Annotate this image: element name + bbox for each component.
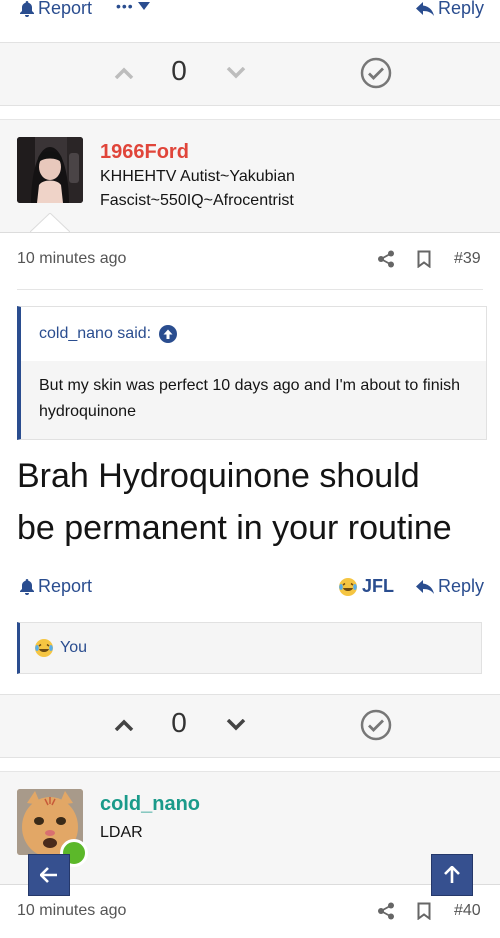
reaction-user[interactable]: You — [60, 639, 87, 657]
upvote-chevron-up-icon[interactable] — [114, 719, 134, 731]
post-header: 1966Ford KHHEHTV Autist~Yakubian Fascist… — [0, 119, 500, 233]
avatar[interactable] — [17, 137, 83, 203]
downvote-chevron-down-icon[interactable] — [226, 67, 246, 79]
vote-bar: 0 — [0, 694, 500, 758]
vote-count: 0 — [171, 707, 187, 738]
arrow-up-icon — [444, 866, 460, 883]
top-actions-row: Report ••• Reply — [0, 0, 500, 28]
user-title: LDAR — [100, 824, 143, 841]
bell-icon — [20, 0, 34, 17]
share-icon[interactable] — [377, 902, 395, 920]
post-time[interactable]: 10 minutes ago — [17, 250, 126, 268]
quote-text: But my skin was perfect 10 days ago and … — [21, 361, 486, 439]
jfl-reaction-button[interactable]: JFL — [338, 576, 394, 597]
more-options-button[interactable]: ••• — [116, 0, 150, 14]
vote-count: 0 — [171, 55, 187, 86]
vote-bar: 0 — [0, 42, 500, 106]
username[interactable]: 1966Ford — [100, 141, 189, 164]
post-time[interactable]: 10 minutes ago — [17, 902, 126, 920]
divider — [17, 289, 483, 290]
reply-button[interactable]: Reply — [416, 0, 484, 19]
post-header: cold_nano LDAR — [0, 771, 500, 885]
laugh-cry-emoji-icon — [35, 639, 53, 657]
post-text: Brah Hydroquinone should be permanent in… — [17, 450, 487, 554]
post-text-line1: Brah Hydroquinone should — [17, 457, 420, 495]
post-number[interactable]: #40 — [454, 902, 481, 920]
report-button[interactable]: Report — [20, 576, 92, 597]
check-circle-icon[interactable] — [360, 709, 392, 741]
upvote-chevron-up-icon[interactable] — [114, 67, 134, 79]
avatar-image — [17, 137, 83, 203]
reply-icon — [416, 579, 434, 594]
back-button[interactable] — [28, 854, 70, 896]
reactions-bar[interactable]: You — [17, 622, 482, 674]
header-notch — [30, 213, 70, 233]
caret-down-icon — [137, 2, 150, 10]
share-icon[interactable] — [377, 250, 395, 268]
bookmark-icon[interactable] — [417, 902, 431, 920]
quote-author[interactable]: cold_nano said: — [39, 325, 151, 343]
bell-icon — [20, 578, 34, 595]
reply-icon — [416, 1, 434, 16]
reply-button[interactable]: Reply — [416, 576, 484, 597]
report-button[interactable]: Report — [20, 0, 92, 19]
check-circle-icon[interactable] — [360, 57, 392, 89]
quote-block: cold_nano said: But my skin was perfect … — [17, 306, 487, 440]
user-title-line2: Fascist~550IQ~Afrocentrist — [100, 192, 294, 209]
post-text-line2: be permanent in your routine — [17, 509, 452, 547]
up-arrow-circle-icon[interactable] — [159, 325, 178, 343]
downvote-chevron-down-icon[interactable] — [226, 719, 246, 731]
bookmark-icon[interactable] — [417, 250, 431, 268]
post-number[interactable]: #39 — [454, 250, 481, 268]
user-title-line1: KHHEHTV Autist~Yakubian — [100, 168, 295, 185]
scroll-to-top-button[interactable] — [431, 854, 473, 896]
username[interactable]: cold_nano — [100, 793, 200, 816]
arrow-left-icon — [40, 867, 57, 883]
quote-header[interactable]: cold_nano said: — [21, 307, 486, 361]
laugh-cry-emoji-icon — [339, 577, 357, 596]
